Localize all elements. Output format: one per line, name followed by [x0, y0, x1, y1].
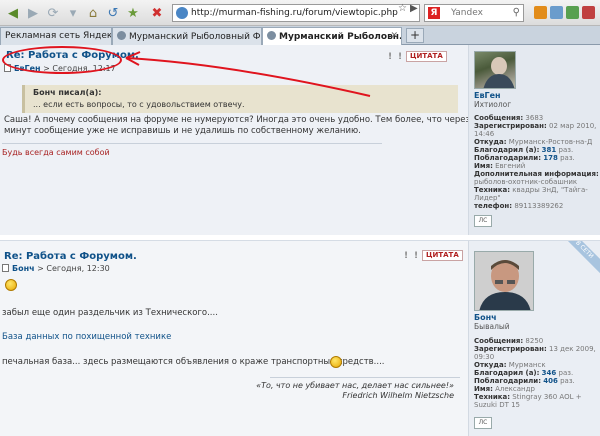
profile-sidebar: EвГен Ихтиолог Сообщения: 3683 Зарегистр…	[468, 45, 600, 235]
forward-icon[interactable]: ▶	[24, 4, 42, 22]
globe-icon	[176, 7, 188, 19]
profile-name[interactable]: Бонч	[474, 313, 497, 322]
signature-divider	[270, 377, 460, 378]
post-author[interactable]: Бонч	[12, 264, 35, 273]
profile-registered: Зарегистрирован: 02 мар 2010,	[474, 122, 597, 130]
tab-strip: Рекламная сеть Яндекса Мурманский Рыболо…	[0, 26, 600, 45]
profile-extra-label: Дополнительная информация:	[474, 170, 599, 178]
tab-forum-active[interactable]: Мурманский Рыболовн... ✕	[262, 27, 402, 45]
tab-label: Мурманский Рыболовн...	[279, 32, 402, 42]
post-body-line: Саша! А почему сообщения на форуме не ну…	[4, 115, 509, 125]
post-body-line: забыл еще один раздельчик из Техническог…	[2, 308, 218, 318]
warn-icon[interactable]: !	[414, 251, 418, 261]
avatar-photo-icon	[475, 252, 533, 310]
profile-realname: Имя: Александр	[474, 385, 535, 393]
address-bar[interactable]: http://murman-fishing.ru/forum/viewtopic…	[172, 4, 420, 22]
favicon-icon	[267, 31, 276, 40]
back-icon[interactable]: ◀	[4, 4, 22, 22]
profile-thanked: Благодарил (а): 346 раз.	[474, 369, 574, 377]
reload-icon[interactable]: ⟳	[44, 4, 62, 22]
signature-quote: «То, что не убивает нас, делает нас силь…	[256, 381, 454, 390]
tab-yandex-ads[interactable]: Рекламная сеть Яндекса	[0, 27, 112, 45]
close-tab-icon[interactable]: ✕	[390, 31, 398, 41]
tab-forum-1[interactable]: Мурманский Рыболовный Фор...	[112, 27, 262, 45]
profile-registered: Зарегистрирован: 13 дек 2009,	[474, 345, 596, 353]
home-icon[interactable]: ⌂	[84, 4, 102, 22]
profile-thanks: Поблагодарили: 406 раз.	[474, 377, 575, 385]
profile-thanked: Благодарил (а): 381 раз.	[474, 146, 574, 154]
quote-author: Бонч писал(а):	[33, 88, 102, 97]
smiley-icon	[330, 356, 342, 368]
signature-author: Friedrich Wilhelm Nietzsche	[342, 391, 454, 400]
search-bar[interactable]: Я ⚲	[424, 4, 524, 22]
pm-button[interactable]: ЛС	[474, 417, 492, 429]
quote-button[interactable]: ЦИТАТА	[422, 250, 463, 261]
annotation-ellipse	[2, 46, 122, 74]
report-icon[interactable]: !	[388, 52, 392, 62]
profile-realname: Имя: Евгений	[474, 162, 526, 170]
smiley-icon	[5, 279, 17, 291]
yandex-logo-icon: Я	[428, 7, 440, 19]
profile-phone: телефон: 89113389262	[474, 202, 564, 210]
quote-button[interactable]: ЦИТАТА	[406, 51, 447, 62]
quote-text: ... если есть вопросы, то с удовольствие…	[33, 100, 245, 109]
dropdown-icon[interactable]: ▾	[64, 4, 82, 22]
rss-icon[interactable]	[534, 6, 547, 19]
profile-registered-time: 14:46	[474, 130, 495, 138]
profile-posts: Сообщения: 8250	[474, 337, 544, 345]
quote-block: Бонч писал(а): ... если есть вопросы, то…	[22, 85, 458, 113]
post-body-line: минут сообщение уже не исправишь и не уд…	[4, 126, 361, 136]
profile-name[interactable]: EвГен	[474, 91, 501, 100]
post-date: Сегодня, 12:30	[46, 264, 110, 273]
tab-label: Рекламная сеть Яндекса	[5, 31, 112, 41]
profile-sidebar: В СЕТИ Бонч Бывалый Сообщения: 8250 Заре…	[468, 241, 600, 436]
post-body-line: печальная база... здесь размещаются объя…	[2, 357, 385, 367]
profile-from: Откуда: Мурманск-Ростов-на-Д	[474, 138, 593, 146]
pm-button[interactable]: ЛС	[474, 215, 492, 227]
signature: Будь всегда самим собой	[2, 148, 110, 157]
star-icon[interactable]: ☆	[398, 3, 407, 14]
search-input[interactable]	[451, 7, 509, 19]
favicon-icon	[117, 31, 126, 40]
warn-icon[interactable]: !	[398, 52, 402, 62]
stolen-vehicles-link[interactable]: База данных по похищенной технике	[2, 332, 171, 342]
report-icon[interactable]: !	[404, 251, 408, 261]
profile-extra: рыболов-охотник-собашник	[474, 178, 578, 186]
bookmark-icon[interactable]: ★	[124, 4, 142, 22]
menu-icon[interactable]	[582, 6, 595, 19]
tab-label: Мурманский Рыболовный Фор...	[129, 32, 261, 42]
profile-thanks: Поблагодарили: 178 раз.	[474, 154, 575, 162]
extension-icon[interactable]	[566, 6, 579, 19]
profile-tech-2: Suzuki DT 15	[474, 401, 521, 409]
post-2: Re: Работа с Форумом. Бонч > Сегодня, 12…	[0, 240, 600, 436]
avatar[interactable]	[474, 51, 516, 89]
post-meta: Бонч > Сегодня, 12:30	[2, 264, 110, 273]
new-tab-button[interactable]: +	[406, 28, 424, 43]
go-icon[interactable]: ▶	[410, 3, 418, 14]
url-text: http://murman-fishing.ru/forum/viewtopic…	[191, 8, 398, 18]
avatar-photo-icon	[483, 57, 515, 88]
profile-tech-2: Лидер"	[474, 194, 501, 202]
avatar[interactable]	[474, 251, 534, 311]
profile-posts: Сообщения: 3683	[474, 114, 544, 122]
profile-rank: Бывалый	[474, 322, 510, 331]
profile-from: Откуда: Мурманск	[474, 361, 546, 369]
profile-tech: Техника: Stingray 360 AOL +	[474, 393, 582, 401]
online-badge: В СЕТИ	[559, 241, 600, 275]
profile-tech: Техника: квадры ЗнД, "Тайга-	[474, 186, 588, 194]
profile-registered-time: 09:30	[474, 353, 495, 361]
browser-toolbar: ◀ ▶ ⟳ ▾ ⌂ ↺ ★ ✖ http://murman-fishing.ru…	[0, 0, 600, 26]
history-icon[interactable]: ↺	[104, 4, 122, 22]
profile-rank: Ихтиолог	[474, 100, 512, 109]
addon-icon[interactable]	[550, 6, 563, 19]
post-title[interactable]: Re: Работа с Форумом.	[4, 251, 137, 262]
stop-icon[interactable]: ✖	[148, 4, 166, 22]
post-icon[interactable]	[2, 264, 9, 272]
post-1: Re: Работа с Форумом. EвГен > Сегодня, 1…	[0, 45, 600, 235]
search-icon[interactable]: ⚲	[513, 7, 520, 18]
signature-divider	[2, 143, 382, 144]
